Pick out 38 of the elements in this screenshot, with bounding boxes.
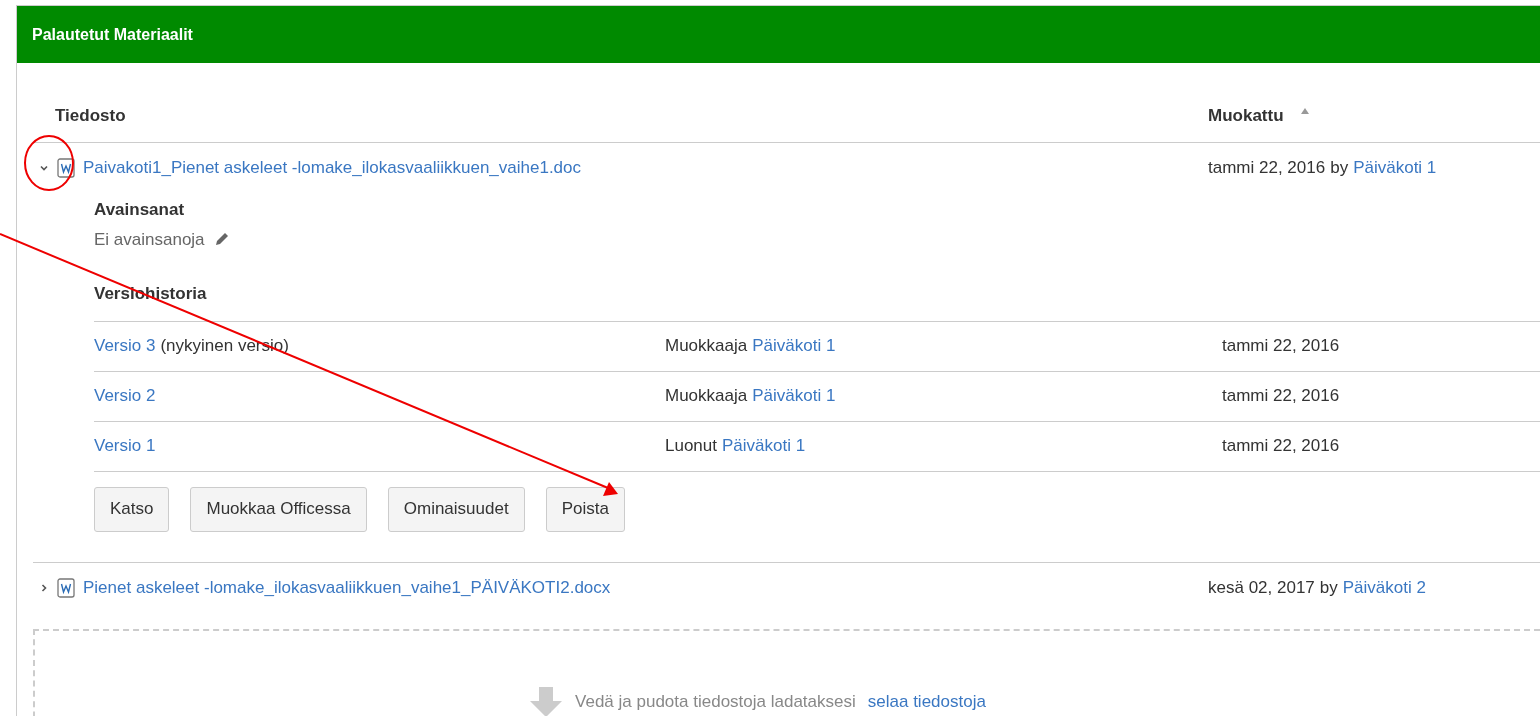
version-link[interactable]: Versio 1 bbox=[94, 433, 156, 459]
by-label: by bbox=[1319, 576, 1338, 599]
file-link[interactable]: Paivakoti1_Pienet askeleet -lomake_ilokasvaaliikkuen_vaihe1.doc bbox=[83, 155, 582, 181]
version-date: tammi 22, 2016 bbox=[1222, 335, 1340, 358]
version-link[interactable]: Versio 3 bbox=[94, 333, 156, 359]
document-icon bbox=[57, 577, 75, 598]
author-link[interactable]: Päiväkoti 2 bbox=[1342, 574, 1426, 601]
chevron-down-icon[interactable] bbox=[39, 163, 49, 173]
dropzone[interactable]: Vedä ja pudota tiedostoja ladataksesi selaa tiedostoja bbox=[33, 628, 1540, 716]
modified-date: kesä 02, 2017 bbox=[1208, 576, 1315, 599]
action-button[interactable]: Katso bbox=[94, 486, 170, 532]
annotation-circle bbox=[23, 134, 75, 192]
author-link[interactable]: Päiväkoti 1 bbox=[752, 383, 836, 409]
author-link[interactable]: Päiväkoti 1 bbox=[722, 433, 806, 459]
author-link[interactable]: Päiväkoti 1 bbox=[752, 333, 836, 359]
version-date: tammi 22, 2016 bbox=[1222, 435, 1340, 458]
keywords-value: Ei avainsanoja bbox=[94, 228, 205, 251]
chevron-right-icon[interactable] bbox=[39, 582, 49, 593]
author-link[interactable]: Päiväkoti 1 bbox=[1353, 155, 1437, 181]
version-action: Muokkaaja bbox=[665, 335, 748, 358]
action-button[interactable]: Muokkaa Officessa bbox=[190, 486, 367, 532]
sort-ascending-icon[interactable] bbox=[1299, 107, 1310, 116]
version-action: Muokkaaja bbox=[665, 385, 748, 408]
column-header[interactable]: Muokattu bbox=[1208, 102, 1284, 128]
keywords-heading: Avainsanat bbox=[94, 199, 186, 221]
browse-files-link[interactable]: selaa tiedostoja bbox=[867, 688, 986, 715]
dropzone-text: Vedä ja pudota tiedostoja ladataksesi bbox=[575, 690, 856, 713]
version-link[interactable]: Versio 2 bbox=[94, 383, 156, 409]
version-date: tammi 22, 2016 bbox=[1222, 385, 1340, 408]
download-arrow-icon bbox=[529, 686, 564, 716]
panel-title: Palautetut Materiaalit bbox=[32, 24, 193, 45]
action-button[interactable]: Poista bbox=[545, 486, 625, 532]
modified-date: tammi 22, 2016 bbox=[1208, 157, 1326, 180]
file-link[interactable]: Pienet askeleet -lomake_ilokasvaaliikkuen_vaihe1_PÄIVÄKOTI2.docx bbox=[83, 574, 611, 601]
action-button[interactable]: Ominaisuudet bbox=[387, 486, 525, 532]
by-label: by bbox=[1330, 157, 1349, 180]
version-action: Luonut bbox=[665, 435, 717, 458]
column-header[interactable]: Tiedosto bbox=[55, 102, 126, 128]
